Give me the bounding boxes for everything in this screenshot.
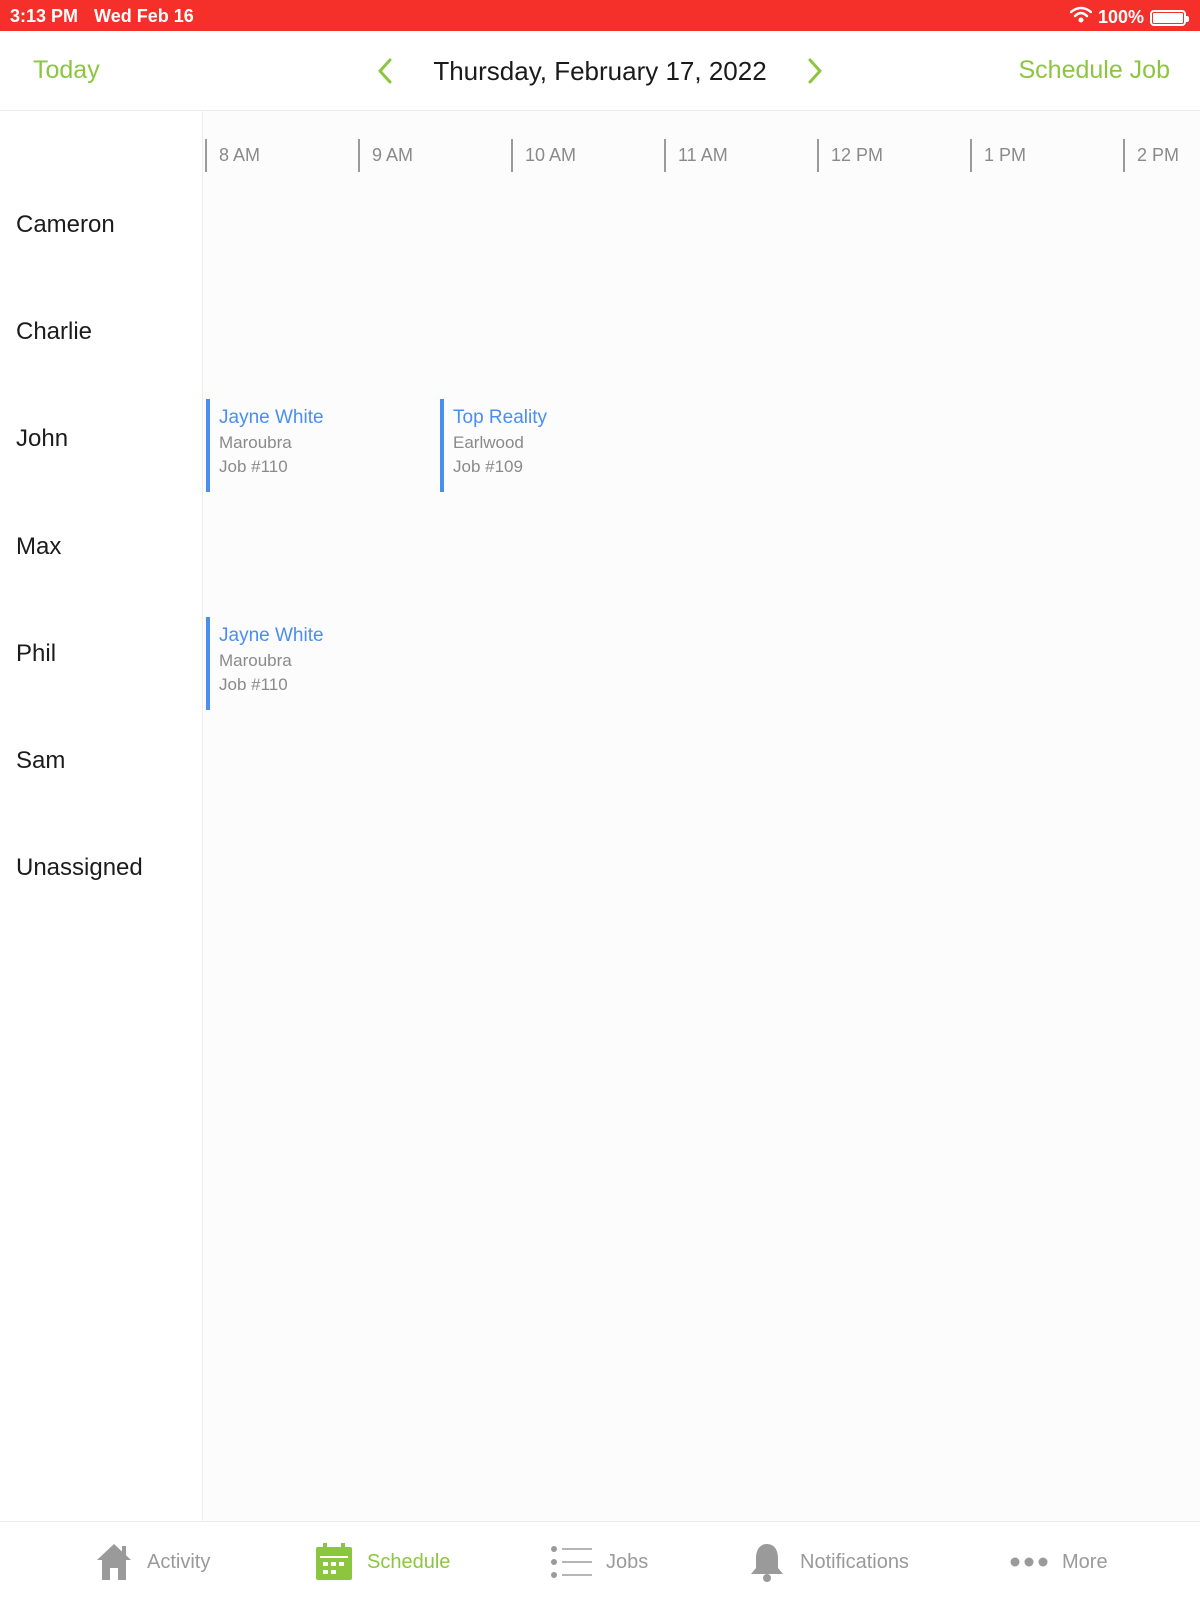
job-suburb: Maroubra [219, 651, 292, 670]
staff-column: Cameron Charlie John Max Phil Sam Unassi… [0, 111, 203, 1521]
staff-row-label: Unassigned [16, 854, 143, 881]
job-client: Top Reality [453, 407, 547, 428]
schedule-header: Today Thursday, February 17, 2022 Schedu… [0, 31, 1200, 111]
battery-icon [1150, 9, 1189, 26]
staff-row-label: Phil [16, 640, 57, 667]
tab-notifications[interactable]: Notifications [748, 1540, 909, 1584]
house-icon [97, 1544, 131, 1580]
job-card[interactable]: Jayne White Maroubra Job #110 [206, 399, 396, 492]
job-number: Job #110 [219, 675, 288, 694]
staff-row-label: Cameron [16, 211, 115, 238]
staff-row-label: Max [16, 533, 62, 560]
calendar-icon [316, 1543, 352, 1580]
date-navigator: Thursday, February 17, 2022 [370, 51, 830, 91]
job-suburb: Earlwood [453, 433, 524, 452]
today-button[interactable]: Today [33, 56, 100, 85]
hour-tick: 9 AM [358, 139, 413, 172]
hour-tick: 11 AM [664, 139, 728, 172]
staff-row-label: Sam [16, 747, 66, 774]
job-number: Job #109 [453, 457, 523, 476]
hour-tick: 10 AM [511, 139, 576, 172]
tab-label: Schedule [367, 1550, 451, 1573]
job-number: Job #110 [219, 457, 288, 476]
previous-day-button[interactable] [370, 53, 400, 89]
schedule-job-button[interactable]: Schedule Job [1018, 56, 1170, 85]
list-icon [551, 1546, 592, 1578]
hour-tick: 12 PM [817, 139, 883, 172]
job-card[interactable]: Jayne White Maroubra Job #110 [206, 617, 396, 710]
job-client: Jayne White [219, 407, 324, 428]
status-bar: 3:13 PM Wed Feb 16 100% [0, 0, 1200, 31]
staff-row-label: Charlie [16, 318, 93, 345]
chevron-left-icon [378, 58, 392, 84]
status-date: Wed Feb 16 [94, 6, 194, 26]
tab-label: Jobs [606, 1550, 649, 1573]
job-suburb: Maroubra [219, 433, 292, 452]
wifi-icon [1069, 6, 1093, 29]
tab-label: Activity [147, 1550, 211, 1573]
tab-label: More [1062, 1550, 1108, 1573]
job-card[interactable]: Top Reality Earlwood Job #109 [440, 399, 630, 492]
tab-label: Notifications [800, 1550, 909, 1573]
ellipsis-icon [1010, 1557, 1048, 1567]
tab-activity[interactable]: Activity [95, 1540, 210, 1584]
job-client: Jayne White [219, 625, 324, 646]
hour-tick: 8 AM [205, 139, 260, 172]
hour-tick: 2 PM [1123, 139, 1179, 172]
schedule-timeline[interactable]: 8 AM 9 AM 10 AM 11 AM 12 PM 1 PM 2 PM Ja… [203, 111, 1200, 1521]
tab-bar: Activity Schedule Jobs Notifications Mor… [0, 1521, 1200, 1600]
current-date-title: Thursday, February 17, 2022 [433, 55, 767, 86]
status-time: 3:13 PM [10, 6, 79, 26]
bell-icon [751, 1544, 783, 1582]
next-day-button[interactable] [800, 53, 830, 89]
battery-percent: 100% [1097, 7, 1144, 27]
tab-jobs[interactable]: Jobs [550, 1540, 648, 1584]
staff-row-label: John [16, 425, 69, 452]
chevron-right-icon [808, 58, 822, 84]
hour-tick: 1 PM [970, 139, 1026, 172]
tab-schedule[interactable]: Schedule [315, 1540, 450, 1584]
tab-more[interactable]: More [1010, 1540, 1108, 1584]
